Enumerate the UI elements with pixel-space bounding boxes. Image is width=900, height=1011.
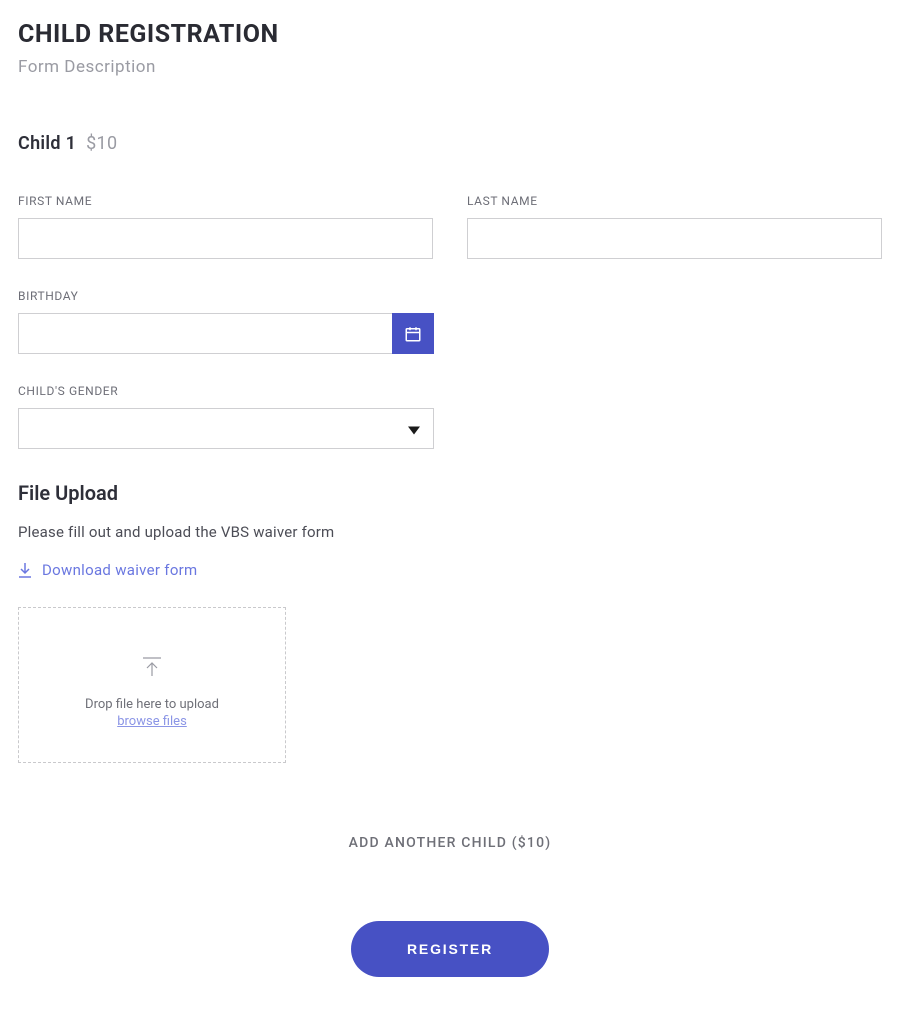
gender-field: CHILD'S GENDER	[18, 384, 882, 449]
first-name-input[interactable]	[18, 218, 433, 259]
calendar-button[interactable]	[392, 313, 434, 354]
last-name-field: LAST NAME	[467, 194, 882, 259]
child-section-header: Child 1 $10	[18, 133, 882, 154]
submit-row: REGISTER	[18, 921, 882, 977]
birthday-label: BIRTHDAY	[18, 289, 882, 303]
calendar-icon	[404, 325, 422, 343]
birthday-input-wrapper	[18, 313, 434, 354]
download-icon	[18, 562, 32, 578]
dropzone-text: Drop file here to upload	[85, 697, 219, 712]
form-description: Form Description	[18, 57, 882, 77]
register-button[interactable]: REGISTER	[351, 921, 549, 977]
first-name-label: FIRST NAME	[18, 194, 433, 208]
gender-label: CHILD'S GENDER	[18, 384, 882, 398]
file-upload-title: File Upload	[18, 481, 882, 505]
browse-files-link[interactable]: browse files	[117, 714, 187, 729]
gender-select[interactable]	[18, 408, 434, 449]
last-name-input[interactable]	[467, 218, 882, 259]
file-upload-description: Please fill out and upload the VBS waive…	[18, 523, 882, 541]
upload-icon	[141, 657, 163, 677]
page-title: CHILD REGISTRATION	[18, 20, 882, 49]
birthday-field: BIRTHDAY	[18, 289, 882, 354]
download-waiver-text: Download waiver form	[42, 561, 198, 579]
last-name-label: LAST NAME	[467, 194, 882, 208]
birthday-input[interactable]	[18, 313, 392, 354]
download-waiver-link[interactable]: Download waiver form	[18, 561, 198, 579]
add-another-child-button[interactable]: ADD ANOTHER CHILD ($10)	[18, 835, 882, 851]
name-fields-row: FIRST NAME LAST NAME	[18, 194, 882, 259]
first-name-field: FIRST NAME	[18, 194, 433, 259]
child-section-label: Child 1	[18, 133, 76, 154]
gender-select-wrapper	[18, 408, 434, 449]
file-dropzone[interactable]: Drop file here to upload browse files	[18, 607, 286, 763]
child-section-price: $10	[86, 133, 117, 154]
